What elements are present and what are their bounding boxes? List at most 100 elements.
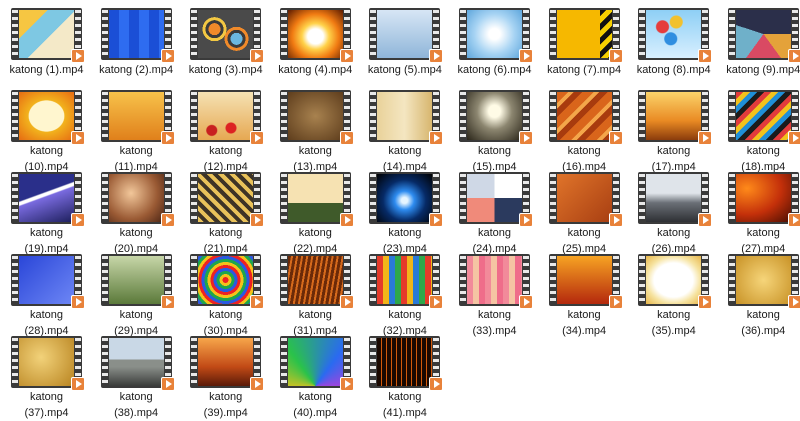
thumbnail-image xyxy=(735,174,791,222)
video-thumbnail xyxy=(369,254,444,309)
file-name: katong (35).mp4 xyxy=(651,309,696,337)
file-item[interactable]: katong (17).mp4 xyxy=(629,87,718,173)
file-item[interactable]: katong (34).mp4 xyxy=(540,251,629,337)
thumbnail-image xyxy=(198,174,254,222)
video-thumbnail xyxy=(548,172,623,227)
file-name: katong (40).mp4 xyxy=(293,391,338,419)
file-item[interactable]: katong (37).mp4 xyxy=(2,333,91,419)
thumbnail-image xyxy=(467,10,522,58)
video-thumbnail xyxy=(369,8,444,63)
file-name: katong (36).mp4 xyxy=(741,309,786,337)
file-name: katong (3).mp4 xyxy=(188,64,263,76)
thumbnail-image xyxy=(735,92,791,140)
video-thumbnail xyxy=(279,254,354,309)
thumbnail-image xyxy=(467,174,522,222)
file-item[interactable]: katong (28).mp4 xyxy=(2,251,91,337)
file-item[interactable]: katong (10).mp4 xyxy=(2,87,91,173)
file-item[interactable]: katong (36).mp4 xyxy=(719,251,800,337)
play-icon xyxy=(160,49,175,63)
file-item[interactable]: katong (30).mp4 xyxy=(181,251,270,337)
file-item[interactable]: katong (5).mp4 xyxy=(360,5,449,87)
file-name: katong (37).mp4 xyxy=(24,391,69,419)
file-name: katong (2).mp4 xyxy=(99,64,174,76)
thumbnail-image xyxy=(377,92,433,140)
file-item[interactable]: katong (39).mp4 xyxy=(181,333,270,419)
thumbnail-image xyxy=(735,256,791,304)
video-thumbnail xyxy=(548,90,623,145)
file-item[interactable]: katong (32).mp4 xyxy=(360,251,449,337)
video-thumbnail xyxy=(459,172,533,227)
file-item[interactable]: katong (2).mp4 xyxy=(92,5,181,87)
file-item[interactable]: katong (21).mp4 xyxy=(181,169,270,255)
video-thumbnail xyxy=(727,90,800,145)
video-thumbnail xyxy=(100,172,175,227)
file-name: katong (41).mp4 xyxy=(382,391,427,419)
video-thumbnail xyxy=(459,90,533,145)
file-name: katong (1).mp4 xyxy=(9,64,84,76)
file-item[interactable]: katong (14).mp4 xyxy=(360,87,449,173)
file-item[interactable]: katong (33).mp4 xyxy=(450,251,539,337)
file-name: katong (5).mp4 xyxy=(367,64,442,76)
file-item[interactable]: katong (4).mp4 xyxy=(271,5,360,87)
video-thumbnail xyxy=(548,8,623,63)
thumbnail-image xyxy=(377,174,433,222)
video-thumbnail xyxy=(279,90,354,145)
file-item[interactable]: katong (8).mp4 xyxy=(629,5,718,87)
thumbnail-image xyxy=(108,338,164,386)
file-item[interactable]: katong (20).mp4 xyxy=(92,169,181,255)
thumbnail-image xyxy=(287,256,343,304)
thumbnail-image xyxy=(19,10,74,58)
file-item[interactable]: katong (23).mp4 xyxy=(360,169,449,255)
video-thumbnail xyxy=(638,172,713,227)
video-thumbnail xyxy=(727,8,800,63)
thumbnail-image xyxy=(287,174,343,222)
file-item[interactable]: katong (25).mp4 xyxy=(540,169,629,255)
thumbnail-image xyxy=(556,174,612,222)
file-item[interactable]: katong (19).mp4 xyxy=(2,169,91,255)
file-item[interactable]: katong (26).mp4 xyxy=(629,169,718,255)
file-item[interactable]: katong (12).mp4 xyxy=(181,87,270,173)
file-item[interactable]: katong (29).mp4 xyxy=(92,251,181,337)
file-item[interactable]: katong (41).mp4 xyxy=(360,333,449,419)
file-item[interactable]: katong (11).mp4 xyxy=(92,87,181,173)
file-item[interactable]: katong (15).mp4 xyxy=(450,87,539,173)
thumbnail-image xyxy=(108,174,164,222)
file-name: katong (8).mp4 xyxy=(636,64,711,76)
video-thumbnail xyxy=(459,254,533,309)
thumbnail-image xyxy=(467,92,522,140)
file-item[interactable]: katong (40).mp4 xyxy=(271,333,360,419)
play-icon xyxy=(339,49,354,63)
play-icon xyxy=(698,49,713,63)
file-item[interactable]: katong (31).mp4 xyxy=(271,251,360,337)
file-item[interactable]: katong (1).mp4 xyxy=(2,5,91,87)
file-item[interactable]: katong (24).mp4 xyxy=(450,169,539,255)
video-thumbnail xyxy=(279,172,354,227)
video-thumbnail xyxy=(638,90,713,145)
video-thumbnail xyxy=(279,8,354,63)
file-item[interactable]: katong (18).mp4 xyxy=(719,87,800,173)
video-thumbnail xyxy=(100,8,175,63)
file-name: katong (6).mp4 xyxy=(457,64,532,76)
file-item[interactable]: katong (22).mp4 xyxy=(271,169,360,255)
video-thumbnail xyxy=(638,254,713,309)
video-thumbnail xyxy=(727,172,800,227)
file-item[interactable]: katong (38).mp4 xyxy=(92,333,181,419)
file-item[interactable]: katong (9).mp4 xyxy=(719,5,800,87)
thumbnail-image xyxy=(646,92,702,140)
file-item[interactable]: katong (16).mp4 xyxy=(540,87,629,173)
video-thumbnail xyxy=(459,8,533,63)
file-grid: katong (1).mp4 katong (2).mp4 katong (3).m… xyxy=(0,0,800,419)
thumbnail-image xyxy=(287,10,343,58)
thumbnail-image xyxy=(735,10,791,58)
file-name: katong (33).mp4 xyxy=(472,309,517,337)
file-name: katong (7).mp4 xyxy=(547,64,622,76)
file-name: katong (38).mp4 xyxy=(114,391,159,419)
video-thumbnail xyxy=(100,336,175,391)
file-item[interactable]: katong (7).mp4 xyxy=(540,5,629,87)
thumbnail-image xyxy=(377,338,433,386)
file-item[interactable]: katong (3).mp4 xyxy=(181,5,270,87)
file-item[interactable]: katong (13).mp4 xyxy=(271,87,360,173)
file-item[interactable]: katong (35).mp4 xyxy=(629,251,718,337)
file-item[interactable]: katong (6).mp4 xyxy=(450,5,539,87)
file-item[interactable]: katong (27).mp4 xyxy=(719,169,800,255)
